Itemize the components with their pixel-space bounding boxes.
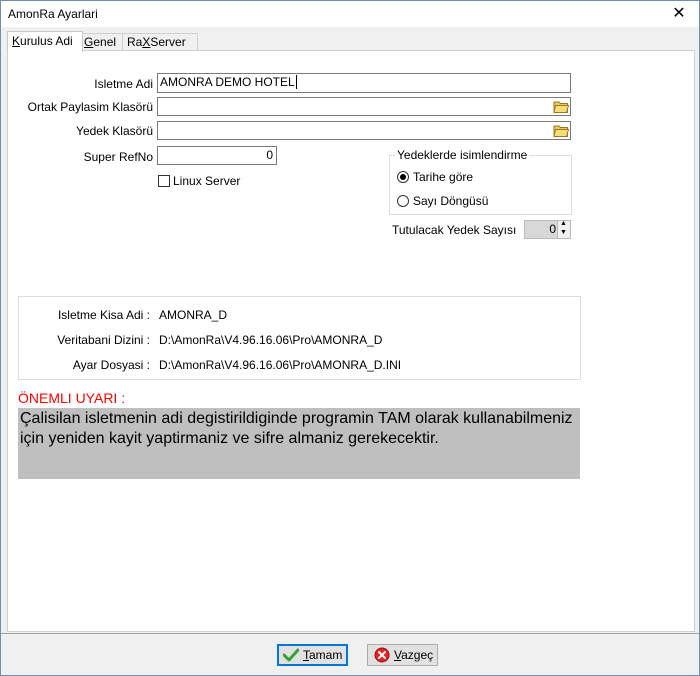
stepper-arrows[interactable]: ▲ ▼ (557, 220, 570, 238)
ayar-dosyasi-value: D:\AmonRa\V4.96.16.06\Pro\AMONRA_D.INI (159, 358, 402, 372)
title-bar: AmonRa Ayarlari ✕ (1, 1, 699, 27)
tab-raxserver[interactable]: RaXServer (122, 33, 198, 51)
tab-kurulus-adi[interactable]: Kurulus Adi (7, 31, 83, 52)
tab-label-post: Server (150, 35, 186, 49)
radio-tarihe-gore[interactable] (397, 171, 409, 183)
radio-sayi-dongusu-label: Sayı Döngüsü (413, 194, 489, 208)
window-title: AmonRa Ayarlari (8, 7, 98, 21)
warning-message: Çalisilan isletmenin adi degistirildigin… (18, 408, 580, 479)
ortak-paylasim-label: Ortak Paylasim Klasörü (27, 100, 153, 114)
tab-label-accel: G (84, 35, 94, 49)
yedek-klasoru-input[interactable] (157, 121, 571, 140)
radio-sayi-dongusu[interactable] (397, 195, 409, 207)
ok-button-label: Tamam (303, 646, 342, 664)
checkmark-icon (283, 648, 299, 662)
tab-label-accel: K (12, 34, 21, 48)
tab-genel[interactable]: Genel (79, 33, 123, 51)
ok-button[interactable]: Tamam (277, 644, 348, 666)
ok-label-rest: amam (309, 648, 343, 662)
warning-title: ÖNEMLI UYARI : (18, 390, 126, 406)
settings-window: AmonRa Ayarlari ✕ Kurulus Adi Genel RaXS… (0, 0, 700, 676)
chevron-down-icon[interactable]: ▼ (560, 229, 567, 236)
super-refno-label: Super RefNo (83, 150, 153, 164)
chevron-up-icon[interactable]: ▲ (560, 220, 567, 227)
ortak-paylasim-input[interactable] (157, 97, 571, 116)
cancel-button[interactable]: Vazgeç (367, 644, 438, 666)
super-refno-input[interactable]: 0 (157, 146, 277, 165)
cancel-button-label: Vazgeç (394, 645, 433, 665)
folder-open-icon[interactable] (553, 122, 570, 139)
tab-label-post: enel (93, 35, 117, 49)
tab-label-pre: Ra (127, 35, 143, 49)
super-refno-value: 0 (266, 148, 273, 162)
veritabani-dizini-value: D:\AmonRa\V4.96.16.06\Pro\AMONRA_D (159, 333, 383, 347)
cancel-icon (374, 647, 390, 663)
yedek-klasoru-label: Yedek Klasörü (76, 124, 153, 138)
footer-divider (1, 633, 699, 634)
tab-label-post: urulus Adi (20, 34, 73, 48)
close-icon[interactable]: ✕ (659, 1, 699, 27)
isletme-adi-value: AMONRA DEMO HOTEL (160, 75, 295, 89)
linux-server-checkbox[interactable] (158, 175, 170, 187)
keep-count-stepper[interactable]: 0 ▲ ▼ (524, 220, 571, 239)
naming-group-title: Yedeklerde isimlendirme (395, 148, 530, 162)
keep-count-value: 0 (549, 222, 556, 236)
isletme-adi-label: Isletme Adi (94, 77, 153, 91)
tab-panel-kurulus: Isletme Adi AMONRA DEMO HOTEL Ortak Payl… (7, 50, 695, 632)
keep-count-label: Tutulacak Yedek Sayısı (392, 223, 517, 237)
kisa-adi-value: AMONRA_D (159, 308, 228, 322)
veritabani-dizini-label: Veritabani Dizini : (57, 333, 150, 347)
kisa-adi-label: Isletme Kisa Adi : (57, 308, 150, 322)
info-box: Isletme Kisa Adi : AMONRA_D Veritabani D… (18, 296, 581, 380)
folder-open-icon[interactable] (553, 98, 570, 115)
linux-server-label: Linux Server (173, 174, 241, 188)
isletme-adi-input[interactable]: AMONRA DEMO HOTEL (157, 73, 571, 93)
radio-tarihe-gore-label: Tarihe göre (413, 170, 474, 184)
ayar-dosyasi-label: Ayar Dosyasi : (72, 358, 150, 372)
cancel-label-rest: azgeç (401, 648, 434, 662)
